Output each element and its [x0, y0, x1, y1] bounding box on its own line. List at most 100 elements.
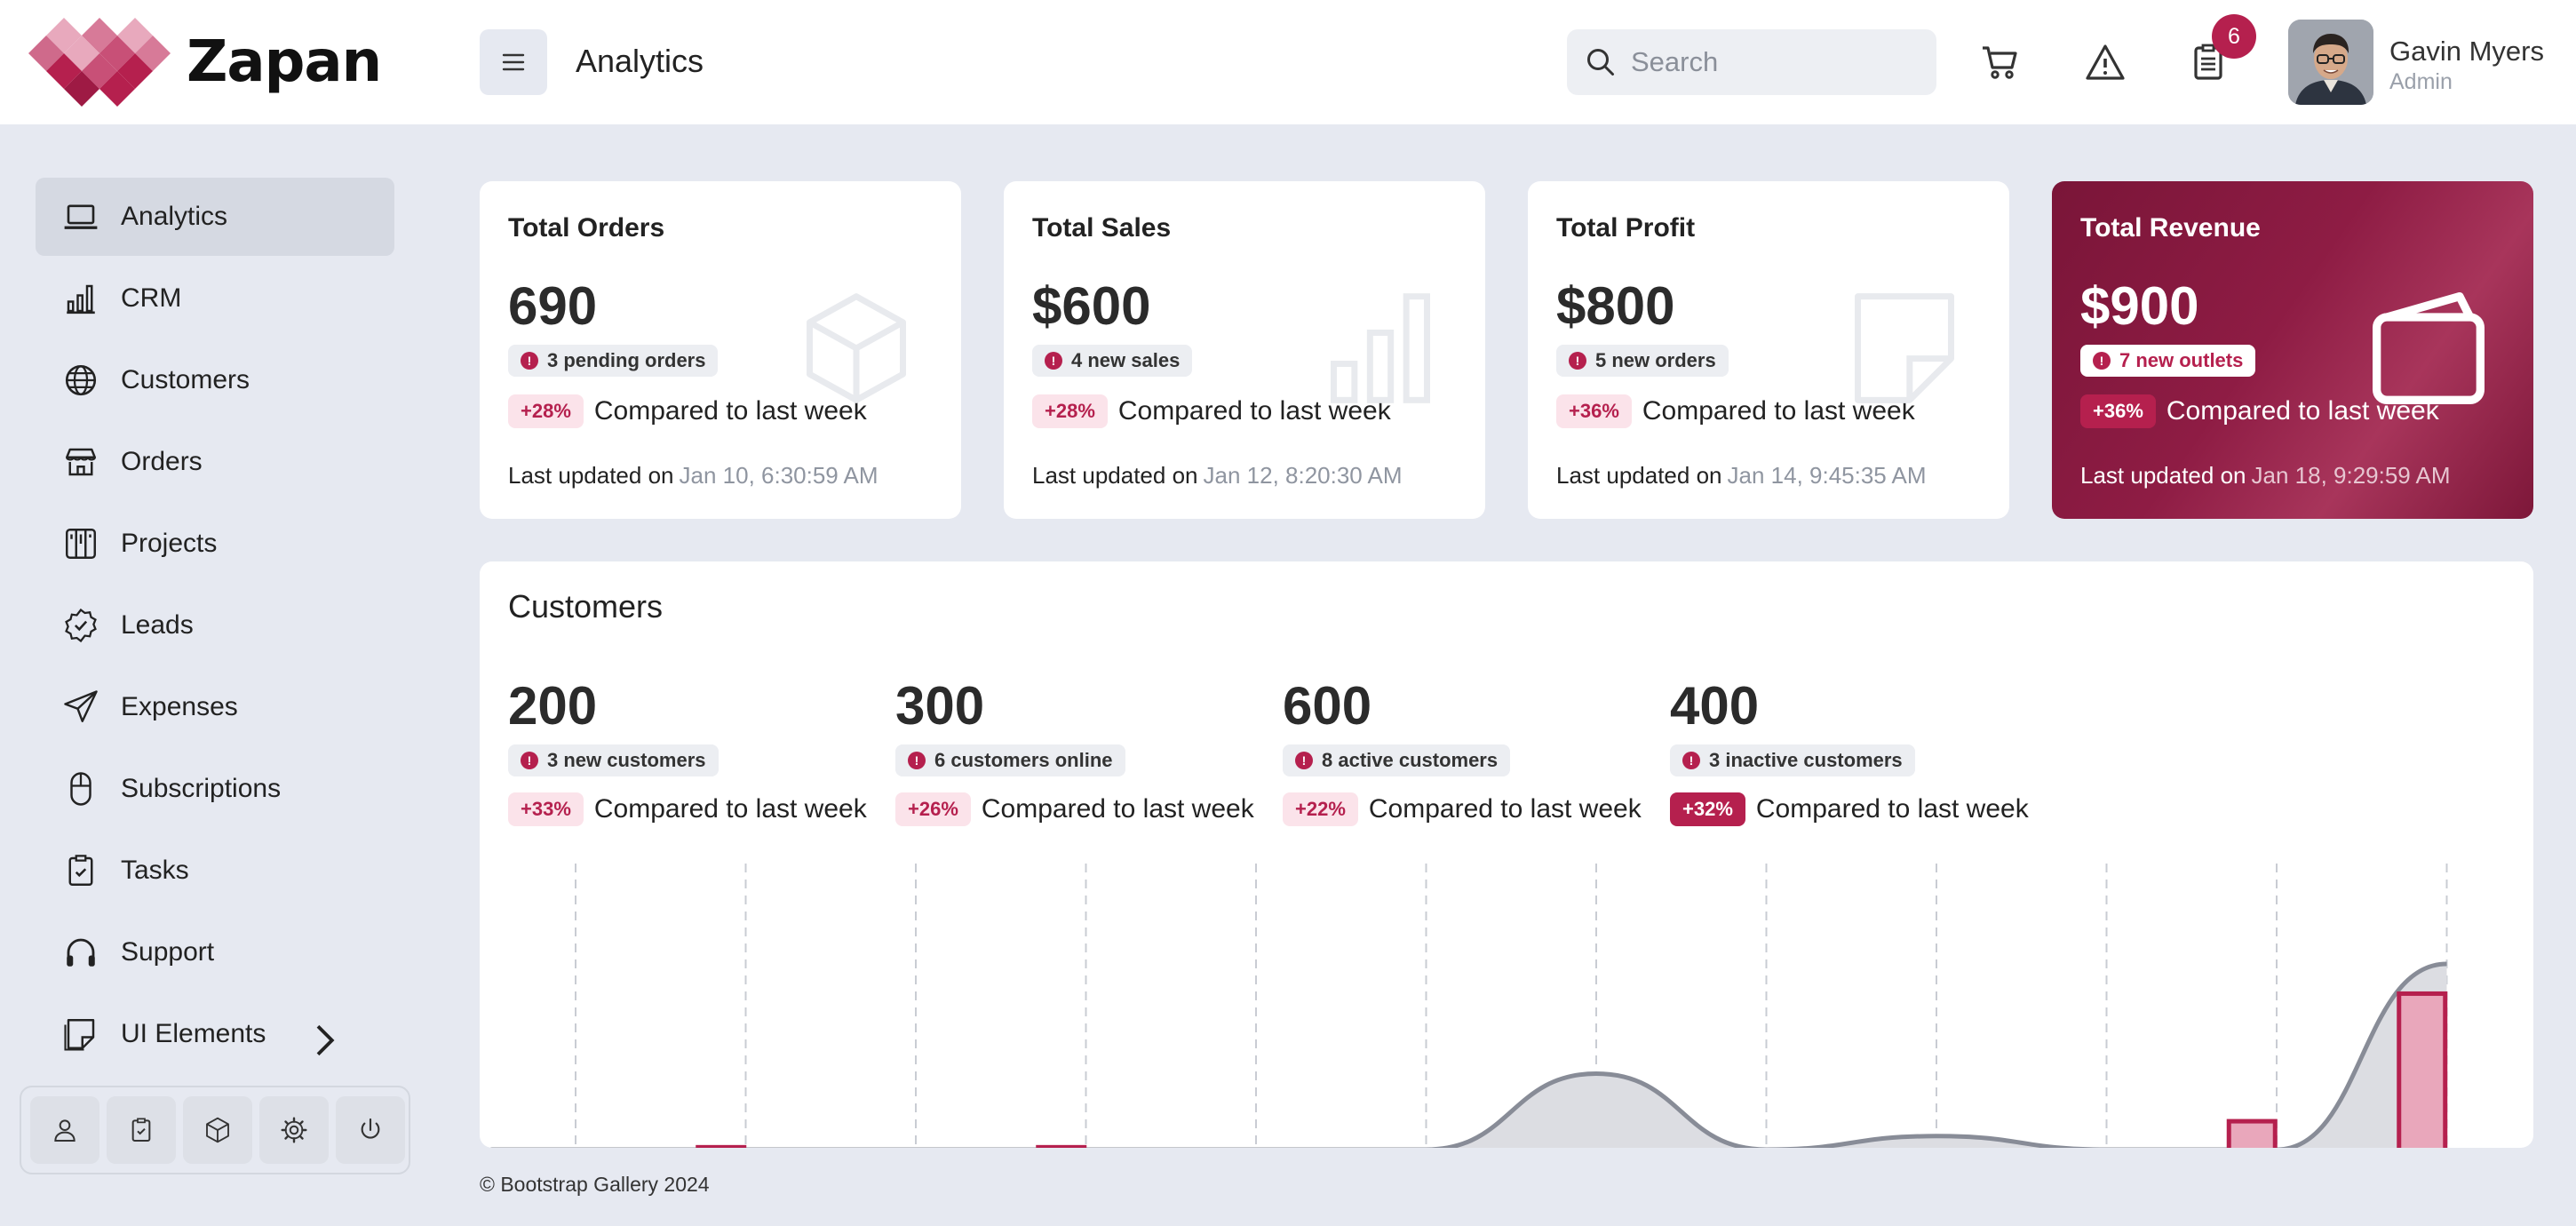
updated-timestamp: Jan 12, 8:20:30 AM — [1203, 462, 1403, 489]
bar[interactable] — [696, 1144, 747, 1148]
clipboard-icon — [131, 1118, 151, 1142]
info-dot-icon: ! — [1682, 752, 1700, 769]
sidebar-item-label: Support — [121, 937, 215, 967]
status-badge: ! 3 inactive customers — [1670, 744, 1915, 776]
sidebar-item-label: Expenses — [121, 692, 238, 721]
metric-value: 300 — [895, 676, 985, 736]
cart-icon[interactable] — [1979, 41, 2022, 84]
power-icon — [361, 1118, 380, 1139]
last-updated: Last updated on Jan 10, 6:30:59 AM — [508, 462, 879, 490]
bar[interactable] — [2397, 991, 2448, 1148]
sidebar-nav: Analytics CRM Customers Orders Projects … — [36, 178, 394, 1077]
total-profit-card: Total Profit $800 ! 5 new orders +36% Comp… — [1528, 181, 2009, 519]
total-revenue-card: Total Revenue $900 ! 7 new outlets +36% Co… — [2052, 181, 2533, 519]
sidebar-item-subscriptions[interactable]: Subscriptions — [36, 750, 394, 828]
sidebar-item-support[interactable]: Support — [36, 913, 394, 991]
sidebar-item-orders[interactable]: Orders — [36, 423, 394, 501]
user-name[interactable]: Gavin Myers — [2389, 36, 2544, 68]
menu-toggle-button[interactable] — [480, 29, 547, 95]
sidebar-item-analytics[interactable]: Analytics — [36, 178, 394, 256]
badge-label: 4 new sales — [1071, 349, 1181, 371]
status-badge: ! 6 customers online — [895, 744, 1125, 776]
customers-panel: Customers 200 ! 3 new customers +33% Compa… — [480, 561, 2533, 1148]
avatar[interactable] — [2288, 20, 2373, 105]
sidebar-item-label: Tasks — [121, 856, 189, 885]
comparison-text: Compared to last week — [593, 794, 867, 824]
sidebar-item-projects[interactable]: Projects — [36, 505, 394, 583]
info-dot-icon: ! — [521, 352, 538, 370]
notification-badge: 6 — [2212, 14, 2256, 59]
sidebar-item-expenses[interactable]: Expenses — [36, 668, 394, 746]
card-value: $600 — [1032, 276, 1151, 336]
brand-name: Zapan — [187, 29, 382, 95]
store-icon — [66, 448, 96, 476]
profile-button[interactable] — [30, 1096, 99, 1164]
gear-icon — [281, 1117, 307, 1143]
laptop-icon — [64, 204, 98, 229]
total-sales-card: Total Sales $600 ! 4 new sales +28% Compar… — [1004, 181, 1485, 519]
status-badge: ! 3 pending orders — [508, 345, 719, 377]
search-input[interactable] — [1631, 46, 1924, 78]
patch-check-icon — [65, 608, 97, 643]
sticky-icon — [1855, 293, 1954, 403]
sidebar-item-leads[interactable]: Leads — [36, 586, 394, 665]
customer-metric: 300 ! 6 customers online +26% Compared to … — [895, 675, 1268, 853]
sidebar-item-label: Orders — [121, 447, 203, 476]
sidebar-item-label: Analytics — [121, 202, 228, 231]
card-value: $900 — [2080, 276, 2199, 336]
percent-badge: +28% — [1032, 394, 1108, 428]
percent-badge: +22% — [1283, 792, 1358, 826]
comparison-text: Compared to last week — [1368, 794, 1642, 824]
logo-mark-icon — [28, 18, 171, 107]
info-dot-icon: ! — [2093, 352, 2111, 370]
updated-label: Last updated on — [2080, 462, 2246, 489]
bar[interactable] — [2226, 1119, 2278, 1148]
alert-triangle-icon[interactable] — [2084, 41, 2127, 84]
sidebar-item-crm[interactable]: CRM — [36, 259, 394, 338]
area-series-line — [490, 961, 2447, 1148]
card-title: Total Orders — [508, 213, 665, 243]
bar-chart-icon — [67, 284, 95, 314]
products-button[interactable] — [183, 1096, 252, 1164]
sidebar-item-label: Leads — [121, 610, 194, 640]
sticky-icon — [64, 1019, 95, 1051]
metric-value: 200 — [508, 676, 598, 736]
sidebar-item-label: Customers — [121, 365, 250, 394]
user-icon — [54, 1119, 76, 1142]
updated-label: Last updated on — [1032, 462, 1198, 489]
sidebar-item-tasks[interactable]: Tasks — [36, 832, 394, 910]
card-title: Total Revenue — [2080, 213, 2261, 243]
search-box[interactable] — [1567, 29, 1936, 95]
sidebar-item-label: UI Elements — [121, 1019, 266, 1048]
bar[interactable] — [1036, 1144, 1087, 1148]
comparison: +22% Compared to last week — [1283, 792, 1642, 826]
info-dot-icon: ! — [521, 752, 538, 769]
globe-icon — [65, 364, 97, 396]
headphones-icon — [67, 938, 95, 967]
logout-button[interactable] — [336, 1096, 405, 1164]
wallet-icon — [2373, 292, 2485, 404]
badge-label: 6 customers online — [934, 749, 1113, 771]
sidebar-item-customers[interactable]: Customers — [36, 341, 394, 419]
percent-badge: +36% — [1556, 394, 1632, 428]
sidebar-item-label: CRM — [121, 283, 182, 313]
box-icon — [206, 1117, 229, 1143]
comparison-text: Compared to last week — [1755, 794, 2029, 824]
percent-badge: +28% — [508, 394, 584, 428]
last-updated: Last updated on Jan 12, 8:20:30 AM — [1032, 462, 1403, 490]
mouse-icon — [70, 772, 91, 806]
sidebar-item-label: Projects — [121, 529, 218, 558]
settings-button[interactable] — [259, 1096, 329, 1164]
percent-badge: +32% — [1670, 792, 1745, 826]
sidebar-item-label: Subscriptions — [121, 774, 282, 803]
updated-timestamp: Jan 18, 9:29:59 AM — [2251, 462, 2451, 489]
card-value: 690 — [508, 276, 598, 336]
metric-value: 600 — [1283, 676, 1372, 736]
info-dot-icon: ! — [908, 752, 926, 769]
badge-label: 3 new customers — [547, 749, 706, 771]
tasks-button[interactable] — [107, 1096, 176, 1164]
comparison-text: Compared to last week — [981, 794, 1254, 824]
brand-logo[interactable]: Zapan — [28, 18, 382, 107]
badge-label: 3 inactive customers — [1709, 749, 1903, 771]
sidebar-item-ui-elements[interactable]: UI Elements — [36, 995, 394, 1073]
